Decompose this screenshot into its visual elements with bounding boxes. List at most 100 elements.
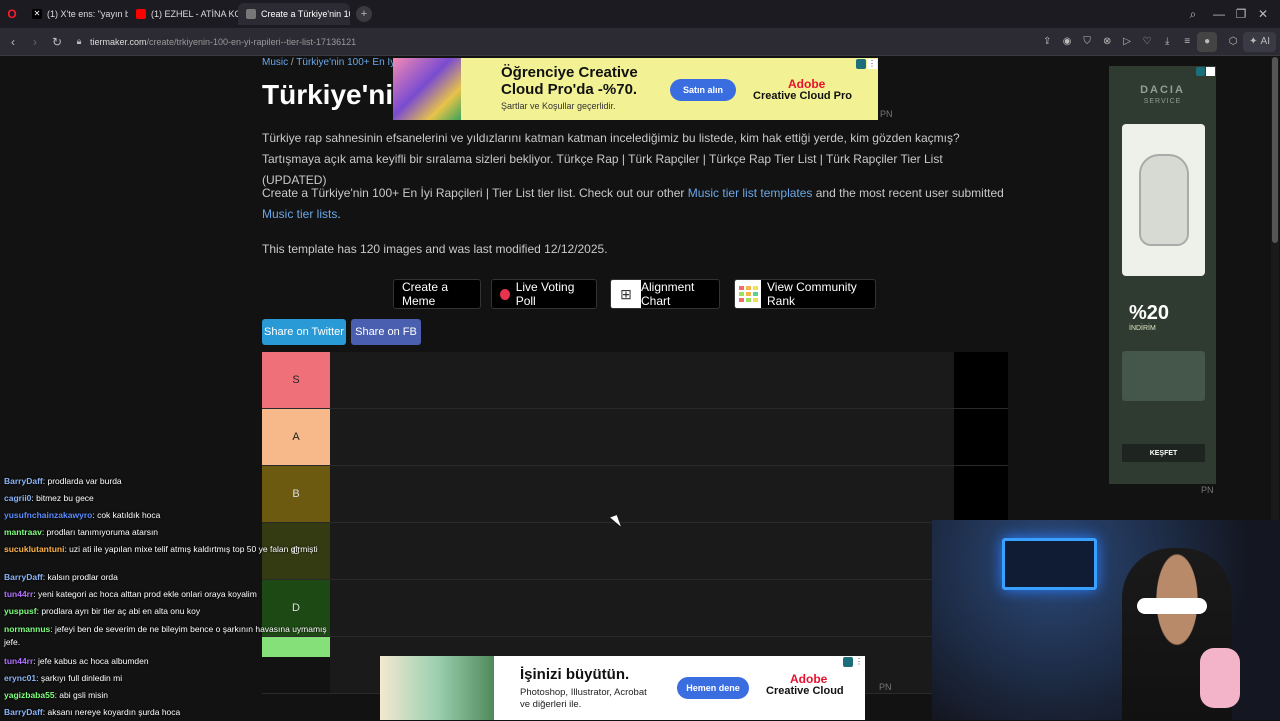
chat-username[interactable]: cagrii0 xyxy=(4,493,31,503)
ad-cta-button[interactable]: Satın alın xyxy=(670,79,736,101)
tier-label[interactable]: S xyxy=(262,352,330,408)
ad-close-icon[interactable] xyxy=(1206,67,1215,76)
ai-icon[interactable]: ✦ AI xyxy=(1243,31,1276,52)
tier-label[interactable]: A xyxy=(262,409,330,465)
car-illustration xyxy=(1139,154,1189,246)
chat-username[interactable]: sucuklutantuni xyxy=(4,544,64,554)
search-icon[interactable]: ⌕ xyxy=(1182,3,1204,25)
ad-headline-1: Öğrenciye Creative xyxy=(501,64,638,81)
music-tier-lists-link[interactable]: Music tier lists xyxy=(262,207,337,221)
url-host: tiermaker.com xyxy=(90,36,147,47)
reload-icon[interactable]: ↻ xyxy=(46,31,68,53)
download-icon[interactable]: ⤓ xyxy=(1157,32,1177,52)
chat-username[interactable]: BarryDaff xyxy=(4,572,43,582)
chat-username[interactable]: yuspusf xyxy=(4,606,37,616)
scrollbar-thumb[interactable] xyxy=(1272,57,1278,243)
close-icon[interactable]: ✕ xyxy=(1252,3,1274,25)
ad-cta-button[interactable]: KEŞFET xyxy=(1122,444,1205,462)
tier-controls[interactable] xyxy=(954,466,1008,522)
youtube-logo-icon xyxy=(136,9,146,19)
alignment-chart-label: Alignment Chart xyxy=(641,280,695,308)
menu-icon[interactable]: ≡ xyxy=(1177,32,1197,52)
opera-logo-icon[interactable]: O xyxy=(0,3,24,25)
live-voting-poll-label: Live Voting Poll xyxy=(515,280,575,308)
record-dot-icon xyxy=(500,288,510,300)
ad-info-icon[interactable] xyxy=(856,59,866,69)
ad-brand-2: Creative Cloud Pro xyxy=(753,90,853,102)
forward-icon[interactable]: › xyxy=(24,31,46,53)
chat-text: : abi gsli misin xyxy=(54,690,108,700)
ad-close-icon[interactable]: ⋮ xyxy=(854,657,864,667)
tier-row: B xyxy=(262,466,1008,523)
ad-terms: Şartlar ve Koşullar geçerlidir. xyxy=(501,101,616,111)
tab-youtube[interactable]: (1) EZHEL - ATİNA KONSER xyxy=(128,3,238,25)
url-path: /create/trkiyenin-100-en-yi-rapileri--ti… xyxy=(146,36,357,47)
alignment-chart-button[interactable]: ⊞ Alignment Chart xyxy=(610,279,720,309)
chat-text: : prodlara ayrı bir tier aç abi en alta … xyxy=(36,606,201,616)
chat-message: normannus: jefeyi ben de severim de ne b… xyxy=(4,621,334,651)
ad-service: SERVICE xyxy=(1143,98,1182,105)
x-logo-icon: ✕ xyxy=(32,9,42,19)
share-fb-button[interactable]: Share on FB xyxy=(351,319,421,345)
ad-info-icon[interactable] xyxy=(1196,67,1205,76)
chat-username[interactable]: BarryDaff xyxy=(4,476,43,486)
new-tab-button[interactable]: + xyxy=(356,6,372,22)
play-icon[interactable]: ▷ xyxy=(1117,32,1137,52)
ad-brand-1: Adobe xyxy=(790,672,828,686)
tier-drop-zone[interactable] xyxy=(330,466,954,522)
adobe-top-ad[interactable]: Öğrenciye Creative Cloud Pro'da -%70. Şa… xyxy=(393,58,878,120)
chat-username[interactable]: yusufnchainzakawyro xyxy=(4,510,92,520)
chat-text: : prodları tanımıyoruma atarsın xyxy=(41,527,159,537)
tab-x[interactable]: ✕ (1) X'te ens: "yayın başladı xyxy=(24,3,128,25)
shield-icon[interactable]: ⛉ xyxy=(1077,32,1097,52)
chat-username[interactable]: tun44rr xyxy=(4,656,33,666)
view-community-rank-button[interactable]: View Community Rank xyxy=(734,279,876,309)
chat-message: mantraav: prodları tanımıyoruma atarsın xyxy=(4,524,158,541)
camera-icon[interactable]: ◉ xyxy=(1057,32,1077,52)
chat-message: BarryDaff: kalsın prodlar orda xyxy=(4,569,118,586)
adobe-bottom-ad[interactable]: İşinizi büyütün. Photoshop, Illustrator,… xyxy=(380,656,865,720)
back-icon[interactable]: ‹ xyxy=(2,31,24,53)
tier-drop-zone[interactable] xyxy=(330,409,954,465)
tab-tiermaker[interactable]: Create a Türkiye'nin 100+ ... xyxy=(238,3,350,25)
ad-discount: %20 xyxy=(1129,302,1170,324)
tier-drop-zone[interactable] xyxy=(330,523,954,579)
heart-icon[interactable]: ♡ xyxy=(1137,32,1157,52)
ad-cta-button[interactable]: Hemen dene xyxy=(677,677,749,699)
chat-username[interactable]: mantraav xyxy=(4,527,42,537)
chat-username[interactable]: yagizbaba55 xyxy=(4,690,55,700)
ad-info-icon[interactable] xyxy=(843,657,853,667)
share-twitter-button[interactable]: Share on Twitter xyxy=(262,319,346,345)
extensions-icon[interactable]: ⬡ xyxy=(1223,32,1243,52)
ad-close-icon[interactable]: ⋮ xyxy=(867,59,877,69)
profile-icon[interactable]: ● xyxy=(1197,31,1218,52)
chat-username[interactable]: normannus xyxy=(4,624,50,634)
browser-tab-bar: O ✕ (1) X'te ens: "yayın başladı (1) EZH… xyxy=(0,0,1280,28)
chat-username[interactable]: BarryDaff xyxy=(4,707,43,717)
minimize-icon[interactable]: — xyxy=(1208,3,1230,25)
create-meme-button[interactable]: Create a Meme xyxy=(393,279,481,309)
tier-controls[interactable] xyxy=(954,409,1008,465)
create-text: Create a Türkiye'nin 100+ En İyi Rapçile… xyxy=(262,183,1007,225)
chat-username[interactable]: erync01 xyxy=(4,673,36,683)
music-templates-link[interactable]: Music tier list templates xyxy=(688,186,813,200)
breadcrumb-title-link[interactable]: Türkiye'nin 100+ En İy xyxy=(296,57,395,68)
tab-title: (1) EZHEL - ATİNA KONSER xyxy=(151,9,238,19)
chat-text: : cok katıldık hoca xyxy=(92,510,161,520)
tier-drop-zone[interactable] xyxy=(330,580,954,636)
chat-username[interactable]: tun44rr xyxy=(4,589,33,599)
chat-text: : yeni kategori ac hoca alttan prod ekle… xyxy=(33,589,257,599)
restore-icon[interactable]: ❐ xyxy=(1230,3,1252,25)
dacia-side-ad[interactable]: DACIA SERVICE %20 İNDİRİM KEŞFET xyxy=(1109,66,1216,484)
live-voting-poll-button[interactable]: Live Voting Poll xyxy=(491,279,597,309)
share-page-icon[interactable]: ⇪ xyxy=(1037,32,1057,52)
chat-message: tun44rr: jefe kabus ac hoca albumden xyxy=(4,653,149,670)
chat-message: yagizbaba55: abi gsli misin xyxy=(4,687,108,704)
tier-drop-zone[interactable] xyxy=(330,352,954,408)
vpn-icon[interactable]: ⊗ xyxy=(1097,32,1117,52)
breadcrumb-music-link[interactable]: Music xyxy=(262,57,288,68)
breadcrumb: Music / Türkiye'nin 100+ En İy xyxy=(262,57,395,68)
tier-controls[interactable] xyxy=(954,352,1008,408)
chat-text: : uzi ati ile yapılan mixe telif atmış k… xyxy=(64,544,318,554)
url-field[interactable]: tiermaker.com/create/trkiyenin-100-en-yi… xyxy=(90,37,356,47)
